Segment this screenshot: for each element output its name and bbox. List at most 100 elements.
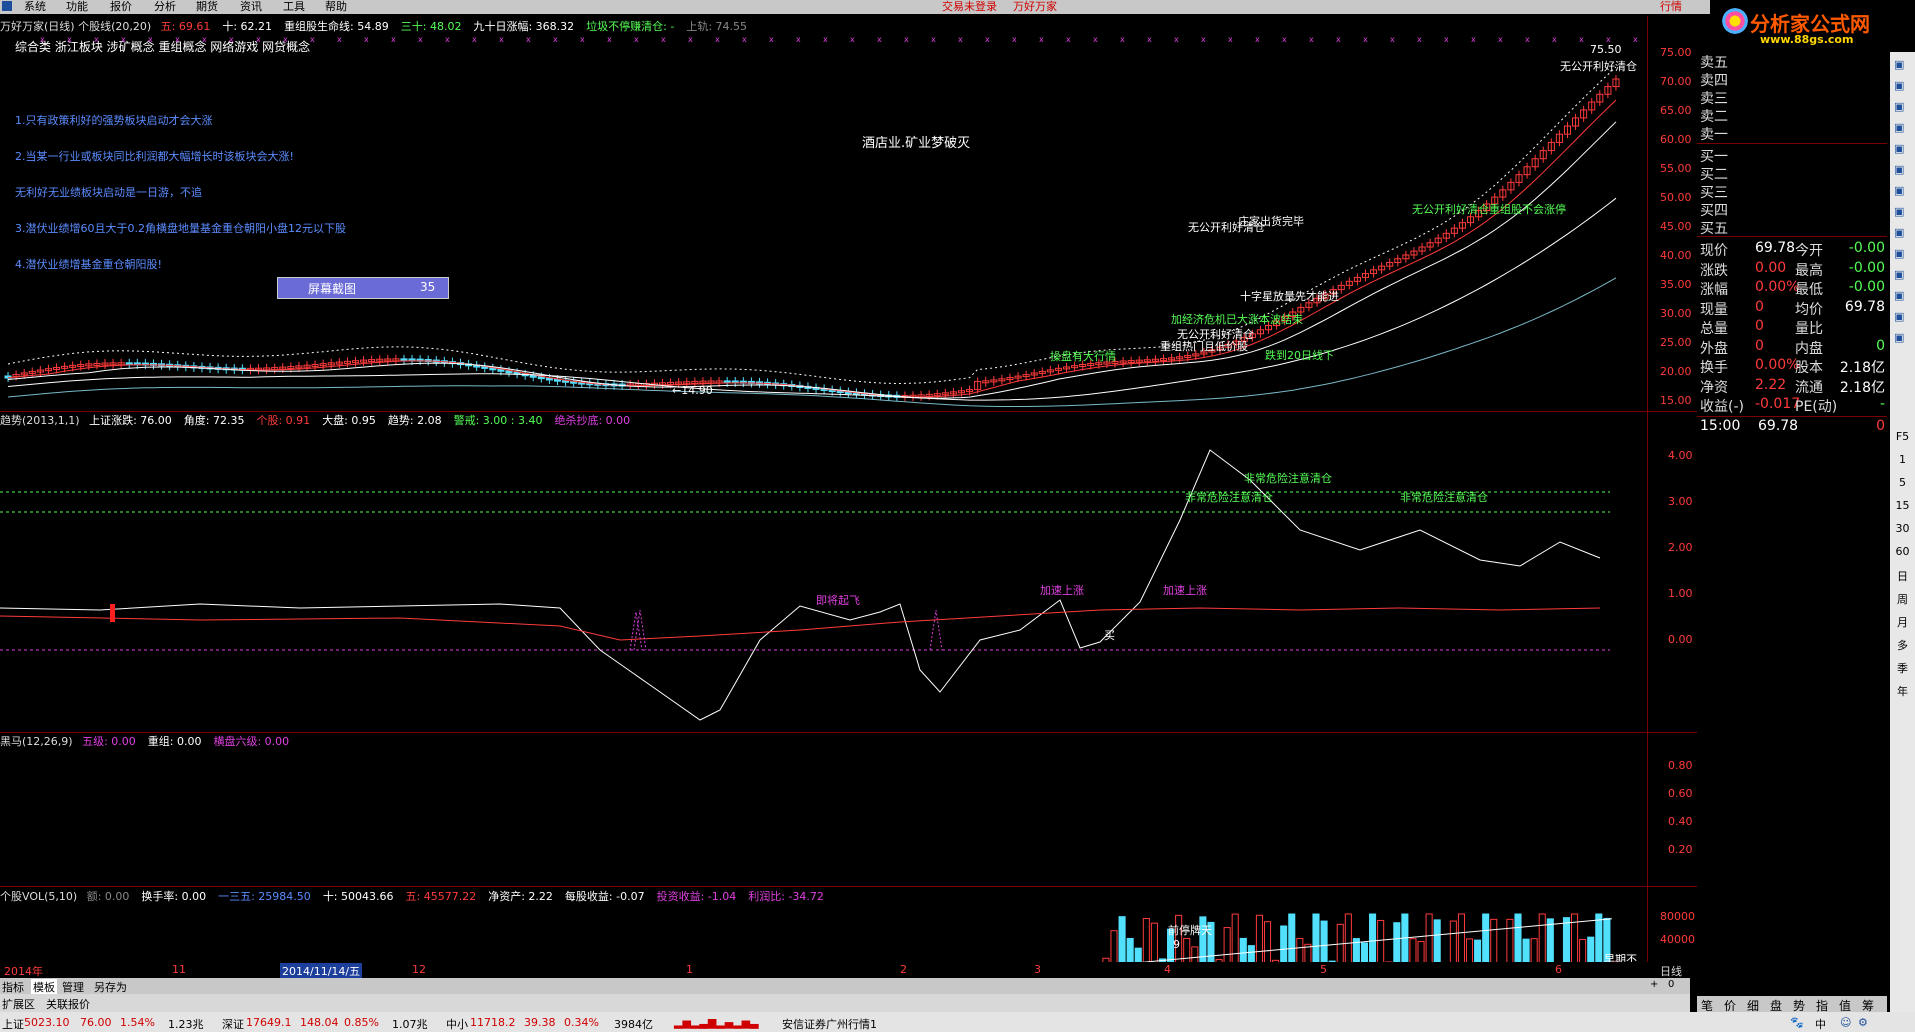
- quote-tab[interactable]: 行情: [1660, 0, 1682, 14]
- period-button[interactable]: 周: [1892, 591, 1913, 607]
- chart-annotation: 操盘有大行情: [1050, 350, 1116, 363]
- tab-extension[interactable]: 扩展区: [2, 996, 35, 1012]
- vol-axis-tick: 40000: [1660, 933, 1695, 946]
- quote-value: 0: [1755, 298, 1764, 315]
- quote-value: 69.78: [1755, 240, 1796, 256]
- signal-marker: x: [580, 35, 585, 44]
- toolbar-icon[interactable]: ▣: [1894, 247, 1904, 260]
- high-price-label: 75.50: [1590, 43, 1622, 56]
- sz-index-pct: 0.85%: [344, 1016, 379, 1029]
- tick-vol: 0: [1876, 418, 1885, 434]
- menu-bar: 系统 功能 报价 分析 期货 资讯 工具 帮助 交易未登录 万好万家 行情: [0, 0, 1915, 14]
- signal-marker: x: [526, 35, 531, 44]
- period-label[interactable]: 日线: [1660, 963, 1682, 979]
- toolbar-icon[interactable]: ▣: [1894, 226, 1904, 239]
- vol-item: 换手率: 0.00: [141, 890, 207, 903]
- signal-marker: x: [472, 35, 477, 44]
- toolbar-icon[interactable]: ▣: [1894, 142, 1904, 155]
- signal-marker: x: [499, 35, 504, 44]
- zoom-reset-button[interactable]: 0: [1668, 979, 1674, 990]
- market-line: [0, 607, 1601, 641]
- signal-marker: x: [1093, 35, 1098, 44]
- zoom-out-button[interactable]: +: [1650, 979, 1658, 990]
- vol-item: 净资产: 2.22: [488, 890, 553, 903]
- price-axis-tick: 75.00: [1660, 46, 1692, 59]
- toolbar-icon[interactable]: ▣: [1894, 121, 1904, 134]
- menu-system[interactable]: 系统: [24, 0, 46, 14]
- trend-chart[interactable]: [0, 430, 1648, 746]
- quote-label: 换手: [1700, 360, 1728, 376]
- tab-indicator[interactable]: 指标: [2, 979, 24, 995]
- toolbar-icon[interactable]: ▣: [1894, 100, 1904, 113]
- quote-label-2: 最低: [1795, 282, 1823, 298]
- toolbar-icon[interactable]: ▣: [1894, 79, 1904, 92]
- quote-row: 涨幅 0.00% 最低 -0.00: [1700, 279, 1885, 298]
- toolbar-icon[interactable]: ▣: [1894, 331, 1904, 344]
- period-button[interactable]: 年: [1892, 683, 1913, 699]
- sh-index-name: 上证: [2, 1018, 24, 1031]
- period-button[interactable]: 1: [1892, 453, 1913, 466]
- menu-help[interactable]: 帮助: [325, 0, 347, 14]
- toolbar-icon[interactable]: ▣: [1894, 268, 1904, 281]
- signal-marker: x: [985, 35, 990, 44]
- period-button[interactable]: 5: [1892, 476, 1913, 489]
- tab-manage[interactable]: 管理: [62, 979, 84, 995]
- trend-panel-title: 趋势(2013,1,1) 上证涨跌: 76.00 角度: 72.35 个股: 0.9…: [0, 412, 648, 428]
- gear-icon[interactable]: ⚙: [1858, 1016, 1868, 1029]
- price-chart[interactable]: xxxxxxxxxxxxxxxxxxxxxxxxxxxxxxxxxxxxxxxx…: [0, 16, 1648, 408]
- signal-marker: x: [121, 35, 126, 44]
- toolbar-icon[interactable]: ▣: [1894, 205, 1904, 218]
- sh-index-pct: 1.54%: [120, 1016, 155, 1029]
- period-button[interactable]: 日: [1892, 568, 1913, 584]
- menu-function[interactable]: 功能: [66, 0, 88, 14]
- chart-area[interactable]: 万好万家(日线) 个股线(20,20) 五: 69.61 十: 62.21 重组股生…: [0, 16, 1700, 976]
- period-button[interactable]: 15: [1892, 499, 1913, 512]
- period-button[interactable]: 月: [1892, 614, 1913, 630]
- tab-template[interactable]: 模板: [31, 979, 57, 995]
- menu-futures[interactable]: 期货: [196, 0, 218, 14]
- trade-login-status[interactable]: 交易未登录: [942, 0, 997, 14]
- trend-axis-tick: 1.00: [1668, 587, 1693, 600]
- trend-axis-tick: 0.00: [1668, 633, 1693, 646]
- quote-label: 涨跌: [1700, 262, 1728, 279]
- smile-icon[interactable]: ☺: [1840, 1016, 1851, 1029]
- quote-value: 0.00%: [1755, 279, 1800, 295]
- period-button[interactable]: 60: [1892, 545, 1913, 558]
- zx-index-name: 中小: [446, 1018, 468, 1031]
- quote-value: 2.22: [1755, 376, 1787, 393]
- toolbar-icon[interactable]: ▣: [1894, 310, 1904, 323]
- toolbar-icon[interactable]: ▣: [1894, 58, 1904, 71]
- menu-tools[interactable]: 工具: [283, 0, 305, 14]
- vol-annotation: 前停牌天: [1168, 924, 1212, 937]
- menu-quote[interactable]: 报价: [110, 0, 132, 14]
- signal-marker: x: [1633, 35, 1638, 44]
- quote-label: 净资: [1700, 379, 1728, 396]
- price-axis-tick: 70.00: [1660, 75, 1692, 88]
- toolbar-icon[interactable]: ▣: [1894, 289, 1904, 302]
- period-button[interactable]: 季: [1892, 660, 1913, 676]
- quote-row: 现量 0 均价 69.78: [1700, 298, 1885, 318]
- sell-level-3: 卖三: [1700, 91, 1728, 107]
- signal-marker: x: [364, 35, 369, 44]
- flower-icon: [1720, 6, 1750, 36]
- signal-marker: x: [202, 35, 207, 44]
- tab-related-quote[interactable]: 关联报价: [46, 996, 90, 1012]
- period-button[interactable]: 多: [1892, 637, 1913, 653]
- toolbar-icon[interactable]: ▣: [1894, 184, 1904, 197]
- trend-axis-tick: 3.00: [1668, 495, 1693, 508]
- sz-index-amount: 1.07兆: [392, 1018, 428, 1031]
- menu-news[interactable]: 资讯: [240, 0, 262, 14]
- paw-icon[interactable]: 🐾: [1790, 1016, 1804, 1029]
- period-button[interactable]: 30: [1892, 522, 1913, 535]
- period-button[interactable]: F5: [1892, 430, 1913, 443]
- tab-save-as[interactable]: 另存为: [94, 979, 127, 995]
- horse-item: 横盘六级: 0.00: [213, 735, 290, 748]
- toolbar-icon[interactable]: ▣: [1894, 163, 1904, 176]
- timeline[interactable]: 2014年 11 2014/11/14/五 12 1 2 3 4 5 6 日线: [0, 962, 1690, 979]
- quote-value: 0.00%: [1755, 357, 1800, 373]
- menu-analysis[interactable]: 分析: [154, 0, 176, 14]
- ime-indicator[interactable]: 中: [1815, 1016, 1826, 1032]
- signal-marker: x: [715, 35, 720, 44]
- right-toolbar: ▣ ▣ ▣ ▣ ▣ ▣ ▣ ▣ ▣ ▣ ▣ ▣ ▣ ▣ F5 1 5 15 30 60 日周月多季年: [1890, 52, 1915, 1032]
- quote-value: 0: [1755, 318, 1764, 334]
